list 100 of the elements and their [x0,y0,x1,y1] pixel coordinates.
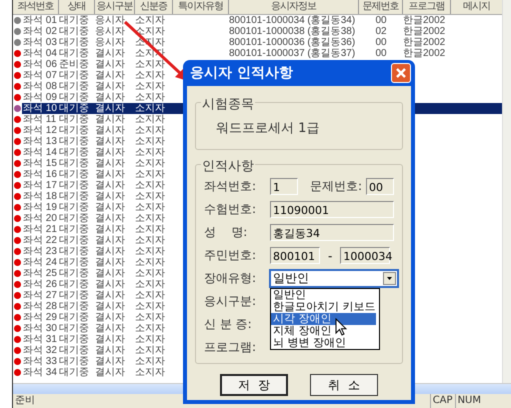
table-cell: 좌석 25 [23,268,57,279]
table-cell: 결시자 [95,334,125,345]
table-cell: 대기중 [59,26,89,37]
table-cell: 대기중 [59,213,89,224]
table-cell: 결시자 [95,103,125,114]
table-cell: 좌석 13 [23,136,57,147]
table-cell: 소지자 [135,92,165,103]
table-cell: 좌석 17 [23,180,57,191]
table-cell: 결시자 [95,48,125,59]
table-cell: 소지자 [135,356,165,367]
table-cell: 대기중 [59,70,89,81]
table-cell: 대기중 [59,279,89,290]
table-cell: 좌석 11 [23,114,56,125]
table-cell: 대기중 [59,81,89,92]
table-cell: 응시자 [95,26,125,37]
table-cell: 소지자 [135,312,165,323]
table-cell: 결시자 [95,136,125,147]
table-cell: 대기중 [59,268,89,279]
table-cell: 결시자 [95,59,125,70]
table-cell: 대기중 [59,224,89,235]
table-cell: 소지자 [135,136,165,147]
table-cell: 소지자 [135,158,165,169]
table-cell: 대기중 [59,345,89,356]
table-cell: 좌석 27 [23,290,57,301]
table-cell: 소지자 [135,147,165,158]
table-cell: 결시자 [95,356,125,367]
field-label: 프로그램: [204,339,258,356]
table-cell: 소지자 [135,257,165,268]
table-cell: 결시자 [95,81,125,92]
table-cell: 좌석 34 [23,367,57,378]
table-cell: 대기중 [59,202,89,213]
table-cell: 대기중 [59,191,89,202]
table-cell: 결시자 [95,191,125,202]
table-cell: 대기중 [59,301,89,312]
table-cell: 결시자 [95,257,125,268]
table-cell: 소지자 [135,202,165,213]
table-cell: 소지자 [135,15,165,26]
table-cell: 좌석 16 [23,169,57,180]
table-cell: 좌석 06 [23,59,57,70]
table-cell: 좌석 33 [23,356,57,367]
table-cell: 02 [375,26,387,37]
table-cell: 좌석 26 [23,279,57,290]
table-cell: 결시자 [95,323,125,334]
table-cell: 소지자 [135,169,165,180]
table-cell: 결시자 [95,114,125,125]
table-cell: 좌석 23 [23,246,57,257]
table-cell: 대기중 [59,15,89,26]
table-cell: 대기중 [59,92,89,103]
table-cell: 좌석 18 [23,191,57,202]
table-cell: 대기중 [59,246,89,257]
table-cell: 좌석 15 [23,158,57,169]
key-indicator: CAP [430,394,455,408]
table-cell: 대기중 [59,114,89,125]
table-cell: 대기중 [59,367,89,378]
table-cell: 대기중 [59,103,89,114]
table-cell: 결시자 [95,312,125,323]
table-cell: 대기중 [59,158,89,169]
table-cell: 대기중 [59,136,89,147]
table-cell: 결시자 [95,125,125,136]
table-cell: 결시자 [95,70,125,81]
table-cell: 소지자 [135,367,165,378]
table-cell: 800101-1000034 (홍길동34) [229,15,356,26]
table-cell: 소지자 [135,279,165,290]
table-cell: 결시자 [95,279,125,290]
table-cell: 결시자 [95,180,125,191]
field-label: 수험번호: [204,201,258,218]
table-cell: 소지자 [135,224,165,235]
window-title: 응시자 인적사항 [190,64,293,82]
group-title: 시험종목 [201,95,255,113]
status-text: 준비 [14,394,35,408]
table-cell: 소지자 [135,180,165,191]
table-cell: 좌석 24 [23,257,57,268]
table-cell: 좌석 07 [23,70,57,81]
key-indicator: NUM [454,394,483,408]
table-cell: 결시자 [95,301,125,312]
table-cell: 응시자 [95,15,125,26]
table-cell: 준비중 [59,59,89,70]
table-cell: 대기중 [59,125,89,136]
table-cell: 00 [375,37,387,48]
table-cell: 좌석 32 [23,345,57,356]
table-cell: 결시자 [95,268,125,279]
table-cell: 결시자 [95,345,125,356]
table-cell: 좌석 08 [23,81,57,92]
table-cell: 결시자 [95,290,125,301]
table-cell: 대기중 [59,147,89,158]
table-cell: 대기중 [59,257,89,268]
table-cell: 소지자 [135,103,165,114]
table-cell: 결시자 [95,213,125,224]
table-cell: 좌석 29 [23,312,57,323]
table-cell: 소지자 [135,125,165,136]
field-label: 장애유형: [204,270,258,287]
table-cell: 좌석 10 [23,103,57,114]
table-cell: 소지자 [135,59,165,70]
table-cell: 소지자 [135,323,165,334]
table-cell: 한글2002 [403,37,446,48]
field-label: 주민번호: [204,247,258,264]
table-cell: 응시자 [95,37,125,48]
table-cell: 대기중 [59,169,89,180]
table-cell: 소지자 [135,81,165,92]
table-cell: 결시자 [95,147,125,158]
